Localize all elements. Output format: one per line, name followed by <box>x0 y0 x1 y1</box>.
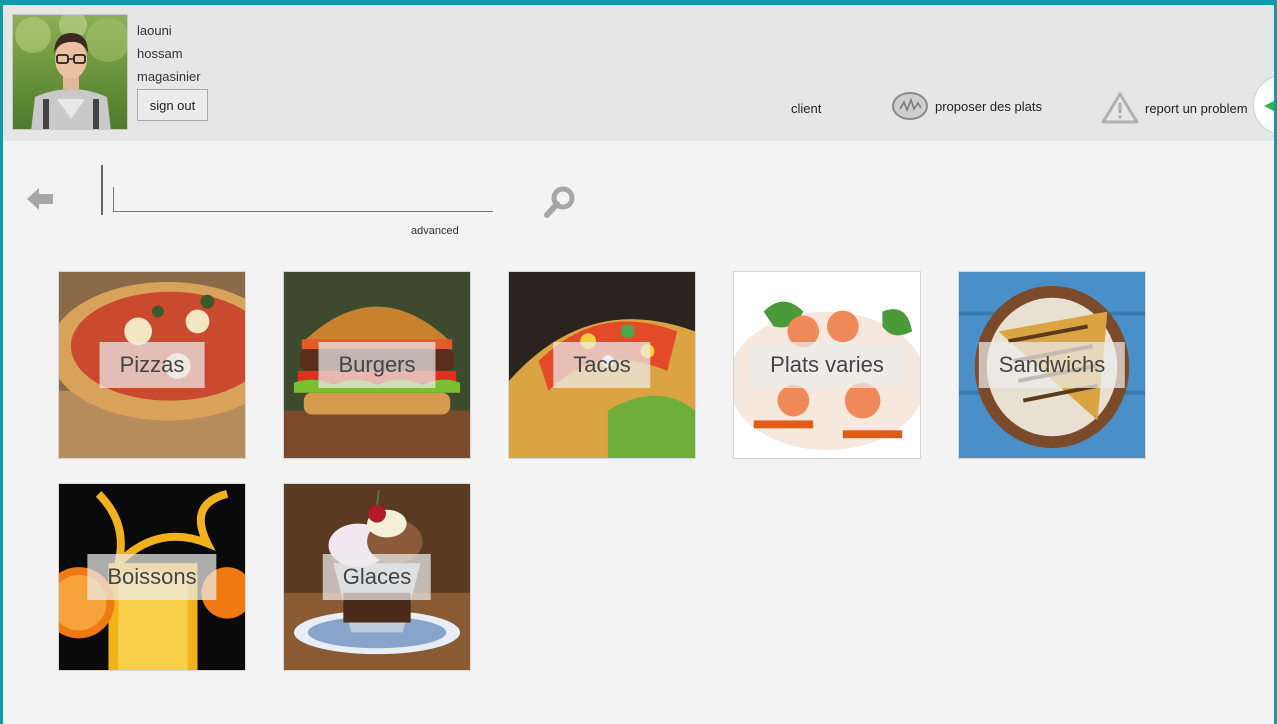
nav-propose-dishes[interactable]: proposer des plats <box>891 91 1042 121</box>
search-caret <box>101 165 103 215</box>
search-icon <box>544 186 575 218</box>
category-label: Sandwichs <box>978 342 1126 388</box>
category-label: Tacos <box>553 342 651 388</box>
user-first-name: laouni <box>137 23 172 38</box>
play-left-icon <box>1264 101 1274 111</box>
nav-propose-label: proposer des plats <box>935 98 1042 114</box>
nav-client-label: client <box>791 101 822 116</box>
category-tile-sandwichs[interactable]: Sandwichs <box>958 271 1146 459</box>
category-tile-pizzas[interactable]: Pizzas <box>58 271 246 459</box>
header-bar: laouni hossam magasinier sign out client… <box>3 5 1274 141</box>
category-label: Plats varies <box>750 342 904 388</box>
signature-icon <box>891 91 929 121</box>
search-box <box>101 165 501 225</box>
category-label: Pizzas <box>99 342 205 388</box>
back-button[interactable] <box>25 185 57 213</box>
side-panel-toggle[interactable] <box>1253 75 1274 135</box>
user-last-name: hossam <box>137 46 183 61</box>
category-tile-burgers[interactable]: Burgers <box>283 271 471 459</box>
search-input[interactable] <box>117 187 489 209</box>
arrow-left-icon <box>27 188 53 210</box>
category-tile-plats-varies[interactable]: Plats varies <box>733 271 921 459</box>
advanced-search-link[interactable]: advanced <box>411 225 459 237</box>
category-label: Burgers <box>318 342 436 388</box>
nav-report-label: report un problem <box>1145 100 1248 116</box>
category-label: Boissons <box>87 554 217 600</box>
avatar <box>12 14 128 130</box>
nav-report-problem[interactable]: report un problem <box>1101 91 1248 125</box>
category-tile-boissons[interactable]: Boissons <box>58 483 246 671</box>
app-window: laouni hossam magasinier sign out client… <box>3 5 1274 724</box>
sign-out-button[interactable]: sign out <box>137 89 208 121</box>
warning-icon <box>1101 91 1139 125</box>
nav-client[interactable]: client <box>791 101 821 116</box>
category-tile-glaces[interactable]: Glaces <box>283 483 471 671</box>
user-role: magasinier <box>137 69 201 84</box>
category-tile-tacos[interactable]: Tacos <box>508 271 696 459</box>
category-label: Glaces <box>322 554 432 600</box>
search-button[interactable] <box>541 185 577 221</box>
